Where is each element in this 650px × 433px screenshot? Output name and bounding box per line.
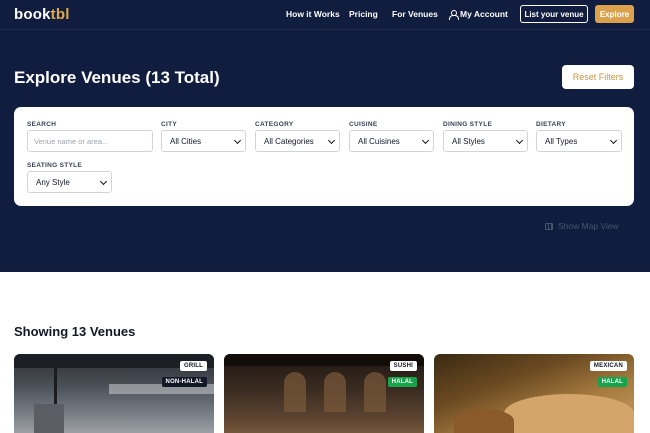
chevron-down-icon <box>233 136 242 145</box>
seating-style-select[interactable]: Any Style <box>27 171 112 193</box>
list-your-venue-button[interactable]: List your venue <box>520 5 588 23</box>
dining-style-select[interactable]: All Styles <box>443 130 528 152</box>
venue-image-detail <box>34 404 64 433</box>
venue-card[interactable]: SUSHI HALAL <box>224 354 424 433</box>
venue-card[interactable]: GRILL NON-HALAL <box>14 354 214 433</box>
cuisine-select[interactable]: All Cuisines <box>349 130 434 152</box>
dietary-badge: NON-HALAL <box>161 377 207 387</box>
chevron-down-icon <box>99 177 108 186</box>
cuisine-label: CUISINE <box>349 121 378 128</box>
dietary-badge: HALAL <box>387 377 417 387</box>
city-select[interactable]: All Cities <box>161 130 246 152</box>
dietary-label: DIETARY <box>536 121 566 128</box>
dining-style-label: DINING STYLE <box>443 121 493 128</box>
category-select-value: All Categories <box>264 136 314 146</box>
chevron-down-icon <box>327 136 336 145</box>
user-icon <box>449 9 459 20</box>
dietary-select[interactable]: All Types <box>536 130 622 152</box>
show-map-view-button[interactable]: Show Map View <box>545 221 619 231</box>
chevron-down-icon <box>609 136 618 145</box>
logo-main: book <box>14 6 51 23</box>
search-label: SEARCH <box>27 121 57 128</box>
venue-image-detail <box>454 409 514 433</box>
hero-section: booktbl How it Works Pricing For Venues … <box>0 0 650 272</box>
map-view-label: Show Map View <box>558 221 619 231</box>
cuisine-select-value: All Cuisines <box>358 136 400 146</box>
city-label: CITY <box>161 121 178 128</box>
logo[interactable]: booktbl <box>14 6 70 23</box>
venue-image-detail <box>284 372 306 412</box>
category-label: CATEGORY <box>255 121 294 128</box>
category-badge: MEXICAN <box>589 361 627 371</box>
reset-filters-button[interactable]: Reset Filters <box>562 65 634 89</box>
page-title: Explore Venues (13 Total) <box>14 68 220 87</box>
seating-style-label: SEATING STYLE <box>27 162 83 169</box>
nav-for-venues[interactable]: For Venues <box>392 9 438 19</box>
dining-style-select-value: All Styles <box>452 136 485 146</box>
seating-style-select-value: Any Style <box>36 177 70 187</box>
map-icon <box>545 222 553 230</box>
category-badge: GRILL <box>180 361 207 371</box>
nav-my-account[interactable]: My Account <box>449 8 508 20</box>
venue-image-detail <box>364 372 386 412</box>
filter-panel: SEARCH Venue name or area... CITY All Ci… <box>14 107 634 206</box>
nav-pricing[interactable]: Pricing <box>349 9 378 19</box>
category-badge: SUSHI <box>389 361 417 371</box>
results-title: Showing 13 Venues <box>14 324 136 339</box>
my-account-label: My Account <box>460 9 508 19</box>
dietary-select-value: All Types <box>545 136 578 146</box>
nav-how-it-works[interactable]: How it Works <box>286 9 340 19</box>
city-select-value: All Cities <box>170 136 202 146</box>
category-select[interactable]: All Categories <box>255 130 340 152</box>
logo-accent: tbl <box>50 6 70 23</box>
chevron-down-icon <box>515 136 524 145</box>
venue-image <box>504 394 634 433</box>
venue-card[interactable]: MEXICAN HALAL <box>434 354 634 433</box>
dietary-badge: HALAL <box>597 377 627 387</box>
search-input[interactable]: Venue name or area... <box>27 130 153 152</box>
top-nav: booktbl How it Works Pricing For Venues … <box>0 0 650 30</box>
chevron-down-icon <box>421 136 430 145</box>
explore-button[interactable]: Explore <box>595 5 634 23</box>
venue-image-detail <box>324 372 346 412</box>
